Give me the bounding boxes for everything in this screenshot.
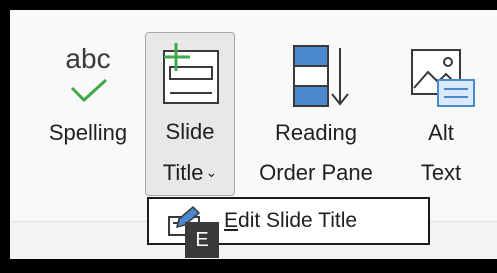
chevron-down-icon[interactable]: ⌄ <box>206 159 218 185</box>
alt-text-icon <box>411 49 475 107</box>
slide-title-label-text: Title <box>162 160 204 185</box>
reading-order-label-line1: Reading <box>275 120 357 145</box>
alt-text-label-line1: Alt <box>428 120 454 145</box>
slide-title-label-line2: Title ⌄ <box>146 159 234 186</box>
alt-text-button[interactable]: Alt Text <box>402 10 480 195</box>
slide-title-button[interactable]: Slide Title ⌄ <box>145 32 235 196</box>
reading-order-label-line2: Order Pane <box>259 160 373 185</box>
reading-order-icon <box>293 45 349 107</box>
abc-check-icon: abc <box>65 43 111 103</box>
slide-title-label-line1: Slide <box>165 119 215 144</box>
edit-slide-title-label: Edit Slide Title <box>224 209 357 233</box>
abc-text: abc <box>65 43 110 74</box>
spelling-button[interactable]: abc Spelling <box>38 10 138 195</box>
ribbon-frame: abc Spelling Slide Title ⌄ Reading Order… <box>10 10 497 259</box>
edit-slide-title-access-key: E <box>224 209 239 232</box>
edit-slide-title-rest: dit Slide Title <box>238 209 358 232</box>
slide-title-icon <box>163 43 219 104</box>
alt-text-label-line2: Text <box>420 160 462 185</box>
keytip-badge: E <box>185 222 219 258</box>
reading-order-pane-button[interactable]: Reading Order Pane <box>242 10 390 195</box>
spelling-label: Spelling <box>48 120 128 145</box>
accessibility-ribbon-group: abc Spelling Slide Title ⌄ Reading Order… <box>10 10 497 222</box>
